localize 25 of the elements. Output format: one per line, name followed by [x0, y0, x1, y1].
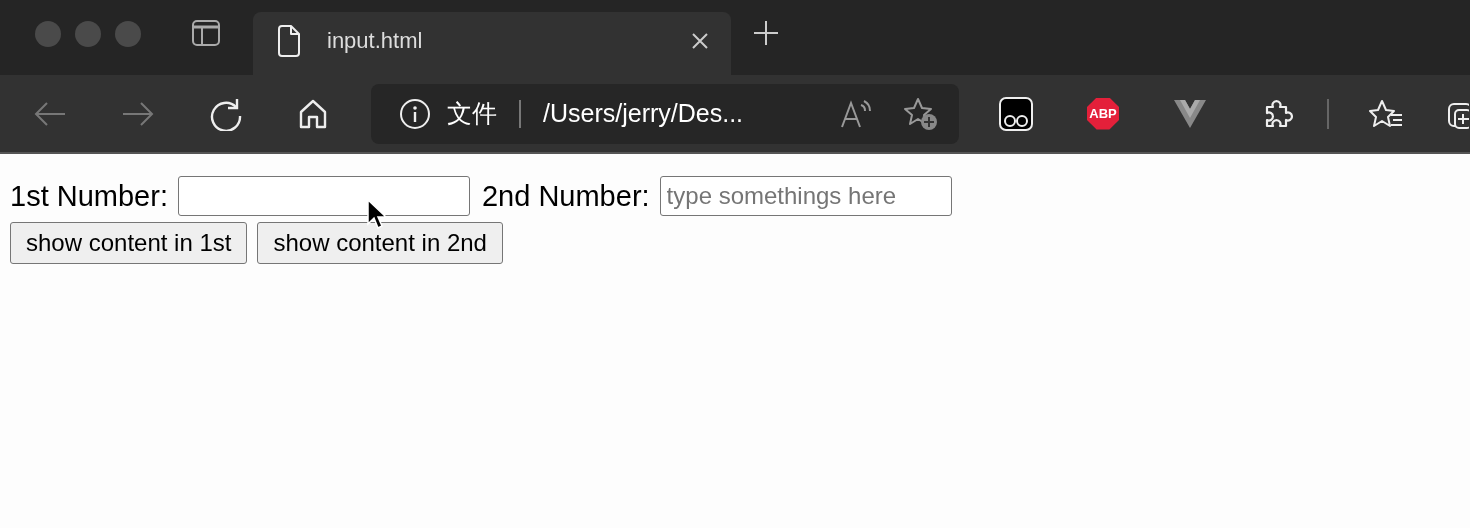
show-content-button[interactable]: show content in 2nd — [257, 222, 503, 264]
browser-tab[interactable]: input.html — [253, 12, 731, 75]
read-aloud-icon[interactable] — [839, 98, 873, 129]
new-tab-icon[interactable] — [753, 19, 779, 46]
security-label: 文件 — [447, 98, 497, 130]
tab-title: input.html — [327, 27, 424, 54]
mouse-cursor-icon — [366, 198, 386, 230]
file-icon — [277, 24, 301, 57]
input-field[interactable] — [177, 176, 470, 216]
address-bar[interactable]: 文件 /Users/jerry/Des... — [371, 83, 959, 144]
reload-icon[interactable] — [209, 96, 243, 131]
favorites-icon[interactable] — [1369, 98, 1403, 129]
info-icon — [399, 97, 431, 130]
url-text: /Users/jerry/Des... — [543, 99, 745, 128]
input-field[interactable]: type somethings here — [659, 176, 952, 216]
field-label: 2nd Number: — [481, 179, 650, 213]
close-icon[interactable] — [691, 31, 709, 50]
home-icon[interactable] — [297, 97, 329, 130]
extension-icon[interactable] — [999, 96, 1033, 131]
adblock-icon[interactable]: ABP — [1087, 97, 1119, 130]
show-content-button[interactable]: show content in 1st — [10, 222, 248, 264]
field-label: 1st Number: — [10, 179, 168, 213]
v-logo-icon[interactable] — [1173, 98, 1207, 129]
add-favorite-icon[interactable] — [903, 96, 939, 131]
sidebar-icon[interactable] — [191, 18, 221, 47]
